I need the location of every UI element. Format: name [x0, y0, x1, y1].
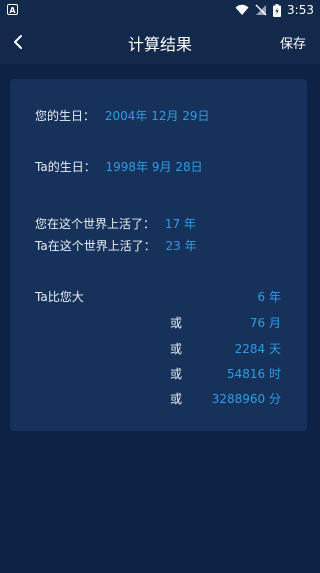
your-birthday-row: 您的生日： 2004年 12月 29日	[35, 107, 210, 124]
or-label: 或	[170, 392, 183, 406]
or-label: 或	[170, 316, 183, 330]
diff-label: Ta比您大	[35, 290, 84, 304]
or-label: 或	[170, 342, 183, 356]
save-button[interactable]: 保存	[280, 33, 306, 52]
signal-off-icon	[255, 4, 267, 16]
ta-birthday-row: Ta的生日： 1998年 9月 28日	[35, 158, 203, 175]
result-card: 您的生日： 2004年 12月 29日 Ta的生日： 1998年 9月 28日 …	[10, 79, 307, 431]
diff-hours-value: 54816 时	[227, 367, 281, 381]
you-lived-label: 您在这个世界上活了：	[35, 217, 156, 231]
app-bar: 计算结果 保存	[0, 22, 320, 64]
battery-icon	[273, 3, 282, 17]
ta-lived-row: Ta在这个世界上活了： 23 年	[35, 237, 197, 254]
ta-lived-value: 23 年	[165, 239, 197, 253]
diff-minutes-value: 3288960 分	[211, 392, 281, 406]
diff-months-value: 76 月	[249, 316, 281, 330]
app-notification-icon: A	[7, 4, 18, 15]
ta-lived-label: Ta在这个世界上活了：	[35, 239, 156, 253]
your-birthday-label: 您的生日：	[35, 109, 96, 123]
you-lived-row: 您在这个世界上活了： 17 年	[35, 215, 196, 232]
status-icons: 3:53	[235, 3, 314, 17]
you-lived-value: 17 年	[164, 217, 196, 231]
wifi-icon	[235, 4, 249, 15]
your-birthday-value: 2004年 12月 29日	[104, 109, 210, 123]
ta-birthday-label: Ta的生日：	[35, 160, 96, 174]
page-title: 计算结果	[127, 35, 192, 54]
status-time: 3:53	[287, 3, 314, 17]
diff-days-value: 2284 天	[234, 342, 281, 356]
ta-birthday-value: 1998年 9月 28日	[105, 160, 203, 174]
or-label: 或	[170, 367, 183, 381]
diff-years-value: 6 年	[257, 290, 281, 304]
status-bar: A 3:53	[0, 0, 320, 22]
